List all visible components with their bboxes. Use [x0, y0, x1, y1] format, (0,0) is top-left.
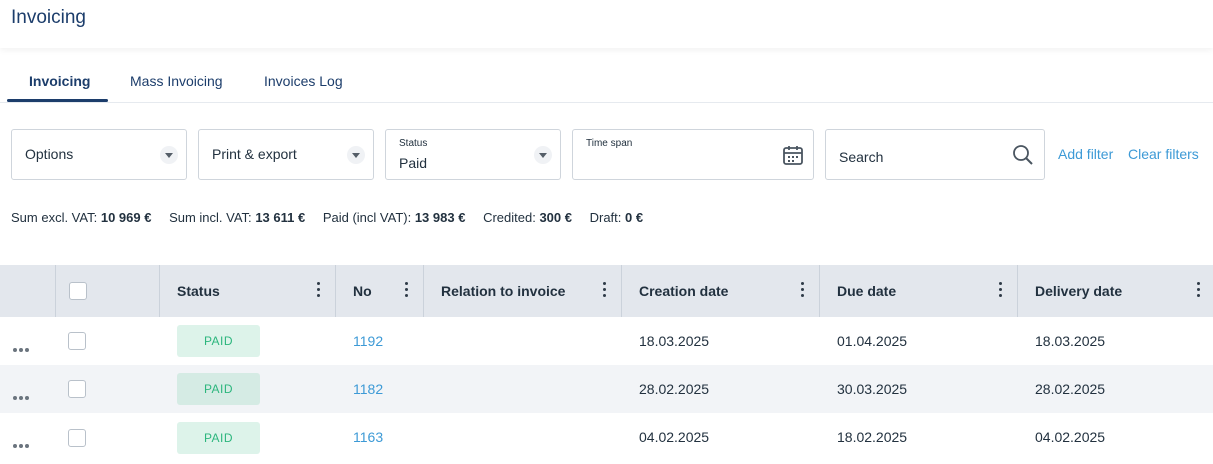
table-row[interactable]: PAID 1192 18.03.2025 01.04.2025 18.03.20…	[0, 317, 1213, 365]
time-span-picker[interactable]: Time span	[572, 129, 814, 180]
tab-invoicing[interactable]: Invoicing	[29, 73, 90, 89]
column-delivery-date-label: Delivery date	[1035, 283, 1123, 299]
clear-filters-link[interactable]: Clear filters	[1128, 146, 1199, 162]
summary-bar: Sum excl. VAT: 10 969 € Sum incl. VAT: 1…	[11, 210, 657, 225]
delivery-date-cell: 04.02.2025	[1035, 429, 1106, 445]
calendar-icon[interactable]	[782, 144, 804, 171]
column-status-label: Status	[177, 283, 220, 299]
status-field-value: Paid	[399, 155, 428, 171]
select-all-column	[55, 265, 159, 317]
column-menu-icon[interactable]	[603, 282, 607, 298]
search-input[interactable]: Search	[839, 149, 883, 165]
column-relation[interactable]: Relation to invoice	[423, 265, 621, 317]
chevron-down-icon	[347, 146, 365, 164]
column-due-date-label: Due date	[837, 283, 897, 299]
delivery-date-cell: 18.03.2025	[1035, 333, 1106, 349]
sum-credited: Credited: 300 €	[483, 210, 572, 225]
status-badge: PAID	[177, 422, 260, 454]
table-header: Status No Relation to invoice Creation d…	[0, 265, 1213, 317]
select-all-checkbox[interactable]	[69, 282, 87, 300]
search-field[interactable]: Search	[825, 129, 1045, 180]
status-badge: PAID	[177, 373, 260, 405]
chevron-down-icon	[160, 146, 178, 164]
column-creation-date[interactable]: Creation date	[621, 265, 819, 317]
column-no[interactable]: No	[335, 265, 423, 317]
column-menu-icon[interactable]	[999, 282, 1003, 298]
row-checkbox[interactable]	[68, 429, 86, 447]
invoice-number-link[interactable]: 1182	[353, 381, 383, 397]
status-badge: PAID	[177, 325, 260, 357]
tab-mass-invoicing[interactable]: Mass Invoicing	[130, 73, 223, 89]
table-row[interactable]: PAID 1163 04.02.2025 18.02.2025 04.02.20…	[0, 413, 1213, 461]
time-span-label: Time span	[586, 138, 633, 149]
row-checkbox[interactable]	[68, 380, 86, 398]
add-filter-link[interactable]: Add filter	[1058, 146, 1113, 162]
status-field-label: Status	[399, 138, 428, 149]
invoice-number-link[interactable]: 1163	[353, 429, 383, 445]
row-actions-icon[interactable]	[13, 435, 31, 453]
column-menu-icon[interactable]	[405, 282, 409, 298]
column-due-date[interactable]: Due date	[819, 265, 1017, 317]
due-date-cell: 18.02.2025	[837, 429, 908, 445]
due-date-cell: 30.03.2025	[837, 381, 908, 397]
creation-date-cell: 04.02.2025	[639, 429, 710, 445]
table-row[interactable]: PAID 1182 28.02.2025 30.03.2025 28.02.20…	[0, 365, 1213, 413]
column-no-label: No	[353, 283, 372, 299]
chevron-down-icon	[534, 146, 552, 164]
column-menu-icon[interactable]	[801, 282, 805, 298]
column-relation-label: Relation to invoice	[441, 283, 566, 299]
sum-paid: Paid (incl VAT): 13 983 €	[322, 210, 466, 225]
print-export-dropdown[interactable]: Print & export	[198, 129, 374, 180]
row-checkbox[interactable]	[68, 332, 86, 350]
page-title: Invoicing	[11, 7, 86, 28]
row-actions-icon[interactable]	[13, 387, 31, 405]
sum-excl-vat: Sum excl. VAT: 10 969 €	[11, 210, 152, 225]
print-export-label: Print & export	[212, 146, 297, 162]
column-status[interactable]: Status	[159, 265, 335, 317]
creation-date-cell: 28.02.2025	[639, 381, 710, 397]
invoice-number-link[interactable]: 1192	[353, 333, 383, 349]
status-select[interactable]: Status Paid	[385, 129, 561, 180]
column-menu-icon[interactable]	[317, 282, 321, 298]
active-tab-indicator	[7, 99, 108, 102]
delivery-date-cell: 28.02.2025	[1035, 381, 1106, 397]
due-date-cell: 01.04.2025	[837, 333, 908, 349]
row-actions-icon[interactable]	[13, 339, 31, 357]
options-label: Options	[25, 146, 74, 162]
top-bar: Invoicing	[0, 0, 1213, 48]
sum-draft: Draft: 0 €	[589, 210, 644, 225]
column-delivery-date[interactable]: Delivery date	[1017, 265, 1213, 317]
search-icon[interactable]	[1012, 144, 1034, 171]
tab-invoices-log[interactable]: Invoices Log	[264, 73, 343, 89]
tab-bar: Invoicing Mass Invoicing Invoices Log	[0, 62, 1213, 103]
sum-incl-vat: Sum incl. VAT: 13 611 €	[169, 210, 306, 225]
creation-date-cell: 18.03.2025	[639, 333, 710, 349]
options-dropdown[interactable]: Options	[11, 129, 187, 180]
column-creation-date-label: Creation date	[639, 283, 729, 299]
column-menu-icon[interactable]	[1197, 282, 1201, 298]
